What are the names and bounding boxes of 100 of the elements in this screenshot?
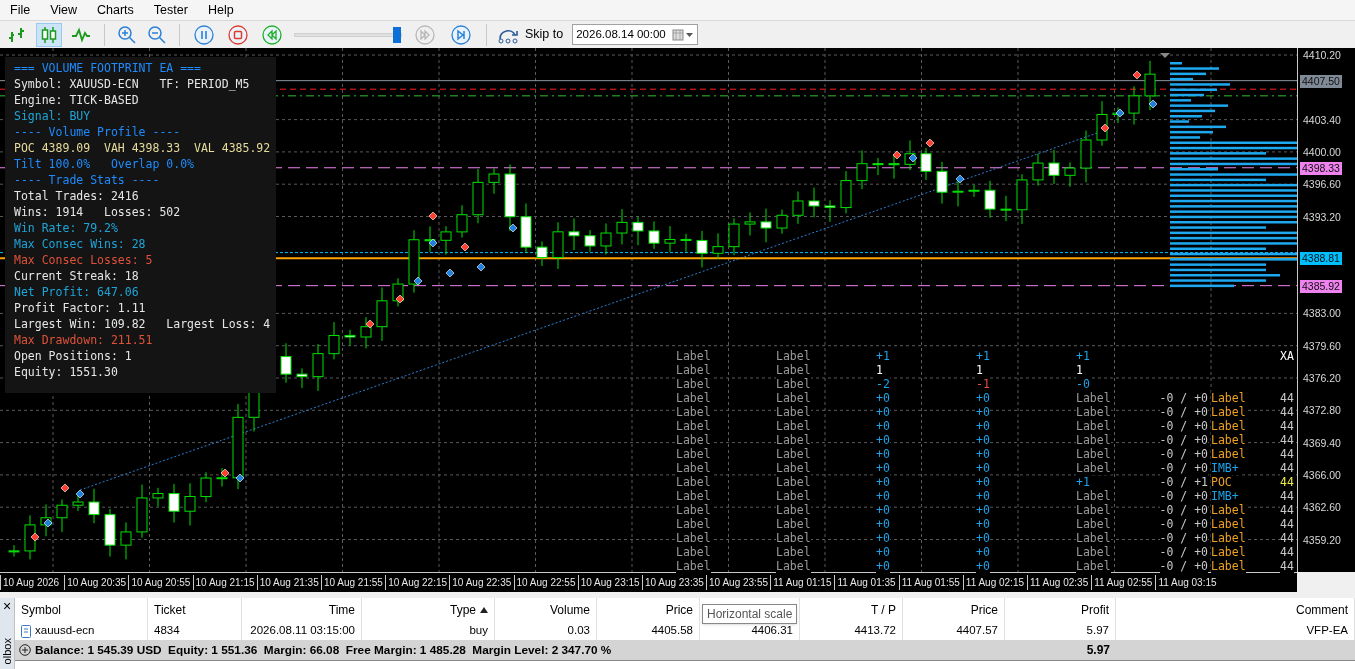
time-label: 10 Aug 20:55	[128, 575, 193, 590]
price-label: 4359.20	[1303, 533, 1341, 546]
info-line: Net Profit: 647.06	[14, 284, 139, 300]
grid-label: -0 / +0	[1159, 559, 1208, 573]
grid-label: -0 / +0	[1159, 489, 1208, 503]
grid-label: -0 / +0	[1159, 545, 1208, 559]
tooltip: Horizontal scale	[702, 604, 798, 624]
grid-label: +1	[876, 349, 890, 363]
grid-label: Label	[1211, 419, 1246, 433]
column-header[interactable]: Profit	[1005, 598, 1116, 622]
grid-label: +0	[876, 489, 890, 503]
grid-label: Label	[1211, 433, 1246, 447]
grid-label: Label	[1211, 559, 1246, 573]
grid-label: +0	[876, 419, 890, 433]
info-line: Largest Win: 109.82 Largest Loss: 4	[14, 316, 271, 332]
grid-label: +0	[976, 433, 990, 447]
grid-label: Label	[676, 545, 711, 559]
grid-label: Label	[776, 503, 811, 517]
speed-slider[interactable]	[294, 26, 402, 43]
info-line: Equity: 1551.30	[14, 364, 118, 380]
time-label: 10 Aug 20:35	[64, 575, 129, 590]
grid-label: Label	[1211, 531, 1246, 545]
grid-label: -2	[876, 377, 890, 391]
grid-label: Label	[676, 461, 711, 475]
grid-label: Label	[1076, 433, 1111, 447]
info-line: Signal: BUY	[14, 108, 91, 124]
grid-label: Label	[776, 517, 811, 531]
grid-label: +0	[876, 405, 890, 419]
time-label: 10 Aug 23:55	[706, 575, 771, 590]
grid-label: Label	[1076, 559, 1111, 573]
grid-label: -0	[1076, 377, 1090, 391]
time-label: 11 Aug 01:55	[898, 575, 963, 590]
grid-label: -1	[976, 377, 990, 391]
toolbox-tab[interactable]: olbox	[0, 637, 16, 664]
grid-label: +1	[1076, 475, 1090, 489]
grid-label: Label	[1076, 447, 1111, 461]
column-header[interactable]: Type	[362, 598, 495, 622]
close-button[interactable]: ×	[2, 598, 12, 614]
slider-thumb[interactable]	[392, 26, 401, 43]
chart-type-button[interactable]	[36, 22, 62, 47]
info-line: Engine: TICK-BASED	[14, 92, 139, 108]
column-header[interactable]: Ticket	[148, 598, 242, 622]
time-label: 10 Aug 2026	[0, 575, 65, 590]
menu-item[interactable]: Charts	[97, 0, 134, 20]
grid-label: +0	[976, 503, 990, 517]
grid-label: Label	[776, 475, 811, 489]
grid-label: 44	[1280, 559, 1294, 573]
price-label: 4369.40	[1303, 436, 1341, 449]
grid-label: 44	[1280, 405, 1294, 419]
grid-label: Label	[776, 433, 811, 447]
time-label: 10 Aug 21:35	[256, 575, 321, 590]
grid-label: Label	[1211, 545, 1246, 559]
grid-label: Label	[776, 489, 811, 503]
grid-label: +0	[876, 433, 890, 447]
grid-label: Label	[676, 531, 711, 545]
price-tag: 4385.92	[1300, 279, 1342, 293]
column-header[interactable]: T / P	[800, 598, 903, 622]
time-label: 10 Aug 22:35	[449, 575, 514, 590]
price-label: 4403.40	[1303, 113, 1341, 126]
menu-item[interactable]: File	[10, 0, 31, 20]
grid-label: Label	[676, 349, 711, 363]
menu-item[interactable]: View	[50, 0, 78, 20]
total-profit: 5.97	[1086, 642, 1110, 659]
grid-label: Label	[776, 391, 811, 405]
grid-label: Label	[776, 447, 811, 461]
grid-label: Label	[1076, 391, 1111, 405]
grid-label: +0	[976, 447, 990, 461]
column-header[interactable]: Volume	[495, 598, 597, 622]
grid-label: +0	[976, 419, 990, 433]
grid-label: -0 / +0	[1159, 461, 1208, 475]
price-tag: 4398.33	[1300, 161, 1342, 175]
date-field[interactable]: 2026.08.14 00:00	[572, 24, 699, 45]
column-header[interactable]: Symbol	[15, 598, 148, 622]
grid-label: -0 / +0	[1159, 405, 1208, 419]
info-line: POC 4389.09 VAH 4398.33 VAL 4385.92	[14, 140, 271, 156]
candlestick-icon	[40, 25, 58, 44]
column-header[interactable]: Price	[903, 598, 1005, 622]
grid-label: +0	[976, 475, 990, 489]
grid-label: +0	[876, 531, 890, 545]
column-header[interactable]: Time	[242, 598, 362, 622]
grid-label: +0	[976, 517, 990, 531]
grid-label: Label	[676, 489, 711, 503]
grid-label: +0	[976, 545, 990, 559]
rewind-icon	[262, 24, 282, 45]
grid-label: Label	[676, 503, 711, 517]
zoom-out-icon	[147, 24, 167, 45]
grid-label: Label	[1211, 447, 1246, 461]
grid-label: Label	[1076, 461, 1111, 475]
grid-label: 44	[1280, 391, 1294, 405]
grid-label: +0	[876, 447, 890, 461]
grid-label: Label	[776, 531, 811, 545]
menu-item[interactable]: Help	[207, 0, 234, 20]
grid-label: +0	[876, 461, 890, 475]
time-label: 10 Aug 21:15	[192, 575, 257, 590]
grid-label: -0 / +0	[1159, 391, 1208, 405]
column-header[interactable]: Comment	[1116, 598, 1355, 622]
grid-label: -0 / +0	[1159, 503, 1208, 517]
grid-label: Label	[676, 363, 711, 377]
column-header[interactable]: Price	[597, 598, 700, 622]
menu-item[interactable]: Tester	[153, 0, 188, 20]
